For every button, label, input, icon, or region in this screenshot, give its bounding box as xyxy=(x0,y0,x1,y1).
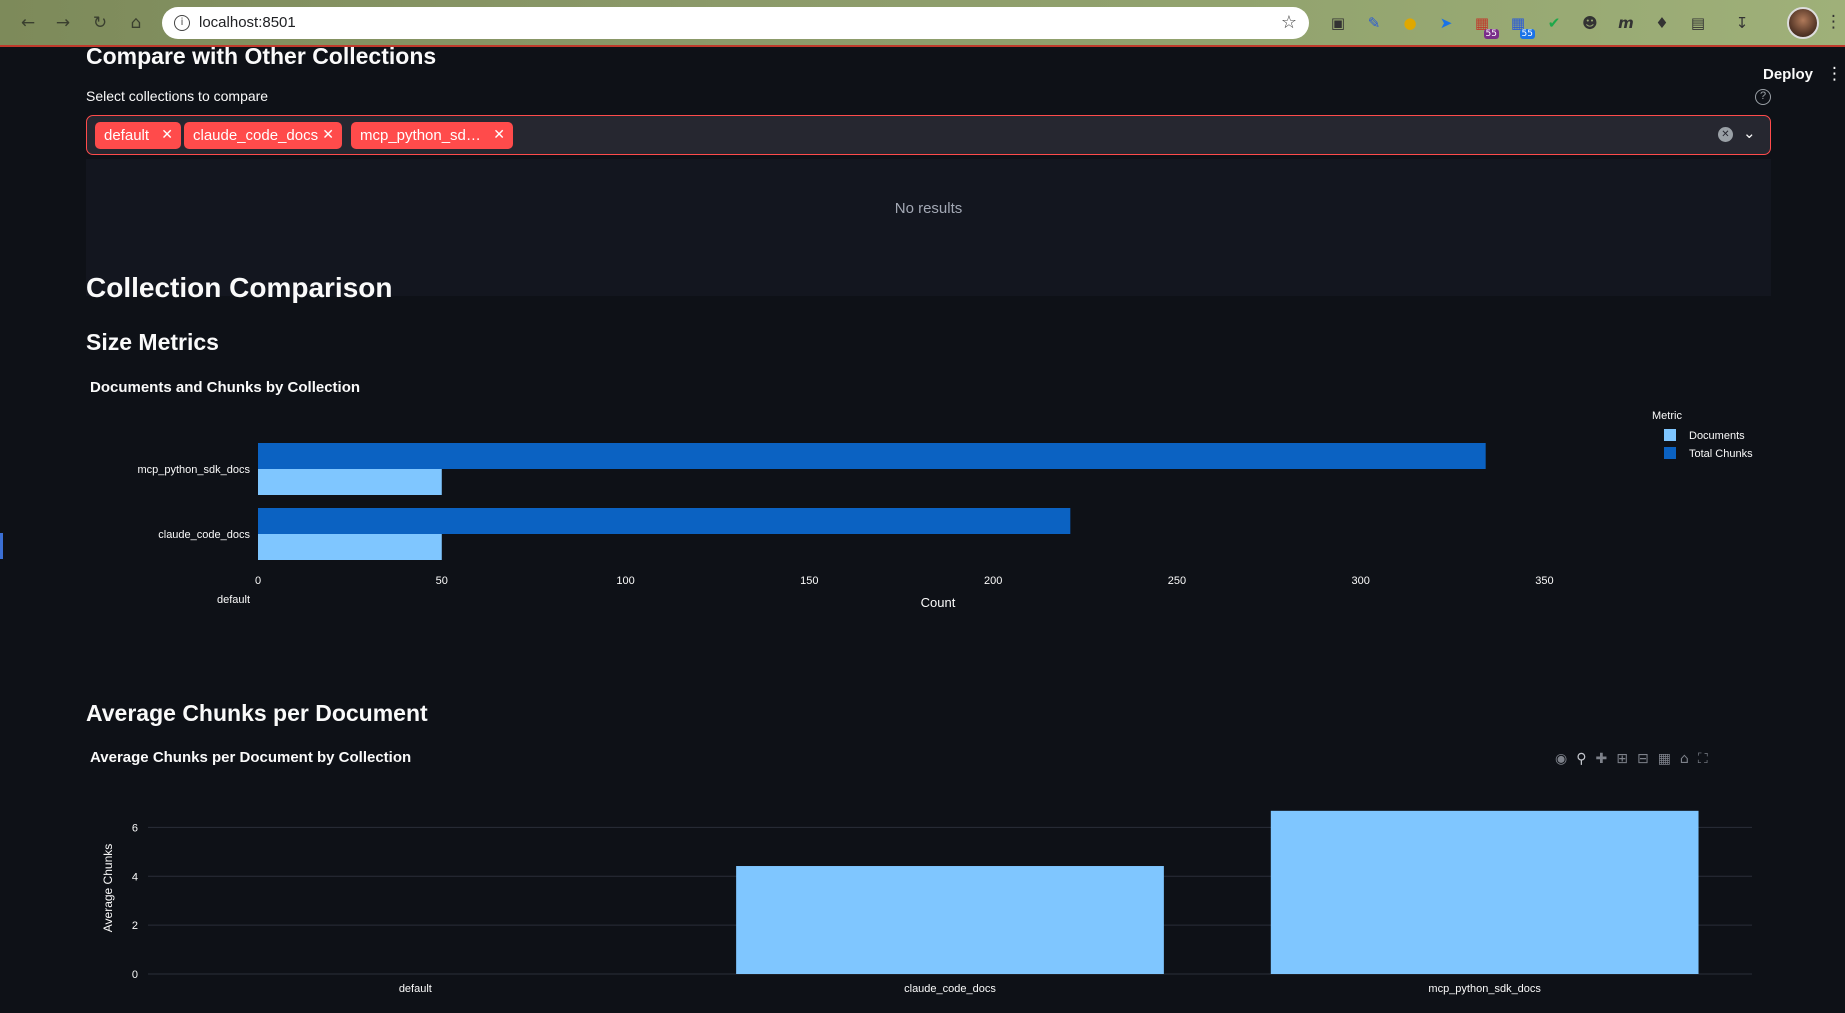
browser-toolbar: ← → ↻ ⌂ i localhost:8501 ☆ ▣ ✎ ● ➤ ▦ 55 ▦… xyxy=(0,0,1845,47)
avg-chunks-chart: 0 2 4 6 default claude_code_docs mcp_python_sd… xyxy=(101,810,1752,995)
extension-badge: 55 xyxy=(1519,29,1535,39)
extension-icon[interactable]: ➤ xyxy=(1433,10,1459,36)
chip-remove-icon[interactable]: ✕ xyxy=(322,122,334,149)
x-axis-title: Count xyxy=(921,595,956,610)
reset-axes-icon[interactable]: ⌂ xyxy=(1680,751,1689,767)
chip-mcp-python-sdk-docs[interactable]: mcp_python_sd… ✕ xyxy=(351,122,513,149)
bar-documents xyxy=(258,469,442,495)
compare-heading: Compare with Other Collections xyxy=(86,43,437,69)
x-tick-label: 350 xyxy=(1535,575,1553,587)
extension-icon[interactable]: ▣ xyxy=(1325,10,1351,36)
x-tick-label: 50 xyxy=(436,575,448,587)
select-label: Select collections to compare xyxy=(86,88,269,104)
size-metrics-chart: mcp_python_sdk_docs claude_code_docsdefau… xyxy=(137,410,1753,610)
x-tick-label: 300 xyxy=(1352,575,1370,587)
y-tick-label: 0 xyxy=(132,969,138,981)
address-bar[interactable]: i localhost:8501 ☆ xyxy=(162,7,1309,39)
extension-icon[interactable]: m xyxy=(1613,10,1639,36)
browser-menu-icon[interactable]: ⋮ xyxy=(1825,12,1842,32)
legend-label: Documents xyxy=(1689,430,1745,442)
y-tick-label: default xyxy=(217,594,250,606)
y-tick-label: 6 xyxy=(132,822,138,834)
collections-multiselect[interactable]: default ✕ claude_code_docs ✕ mcp_python_… xyxy=(86,115,1771,155)
x-tick-label: 250 xyxy=(1168,575,1186,587)
legend-label: Total Chunks xyxy=(1689,448,1753,460)
bar-avg-chunks xyxy=(736,866,1164,974)
app-menu-icon[interactable]: ⋮ xyxy=(1826,64,1843,84)
comparison-heading: Collection Comparison xyxy=(86,272,393,303)
help-icon[interactable]: ? xyxy=(1755,89,1771,105)
chip-claude-code-docs[interactable]: claude_code_docs ✕ xyxy=(184,122,342,149)
pan-icon[interactable]: ✚ xyxy=(1595,751,1607,767)
x-tick-label: 0 xyxy=(255,575,261,587)
autoscale-icon[interactable]: ▦ xyxy=(1658,751,1671,767)
y-tick-label: 2 xyxy=(132,920,138,932)
chip-default[interactable]: default ✕ xyxy=(95,122,181,149)
home-icon[interactable]: ⌂ xyxy=(125,12,147,34)
profile-avatar[interactable] xyxy=(1787,7,1819,39)
bookmark-star-icon[interactable]: ☆ xyxy=(1281,12,1297,33)
extension-badge: 55 xyxy=(1483,29,1499,39)
legend-swatch-documents xyxy=(1664,429,1676,441)
bar-total-chunks xyxy=(258,443,1486,469)
chart-title: Average Chunks per Document by Collectio… xyxy=(90,749,412,766)
extension-icon[interactable]: ✔ xyxy=(1541,10,1567,36)
extension-icon[interactable]: ☻ xyxy=(1577,10,1603,36)
x-tick-label: mcp_python_sdk_docs xyxy=(1428,983,1541,995)
extension-icon[interactable]: ● xyxy=(1397,10,1423,36)
x-tick-label: 100 xyxy=(616,575,634,587)
extension-icon[interactable]: ▦ 55 xyxy=(1469,10,1499,39)
chart-modebar: ◉ ⚲ ✚ ⊞ ⊟ ▦ ⌂ ⛶ xyxy=(1555,751,1708,767)
y-axis-title: Average Chunks xyxy=(101,844,115,933)
x-tick-label: 200 xyxy=(984,575,1002,587)
reload-icon[interactable]: ↻ xyxy=(89,12,111,34)
chip-label: default xyxy=(104,127,150,144)
y-tick-label: mcp_python_sdk_docs xyxy=(137,464,250,476)
extensions-bar: ▣ ✎ ● ➤ ▦ 55 ▦ 55 ✔ ☻ m ♦ ▤ ↧ xyxy=(1325,10,1755,39)
bar-documents xyxy=(258,534,442,560)
chip-label: claude_code_docs xyxy=(193,127,319,144)
no-results-text: No results xyxy=(894,200,963,217)
chevron-down-icon[interactable]: ⌄ xyxy=(1743,124,1756,142)
tab-search-icon[interactable]: ▤ xyxy=(1685,10,1711,36)
back-icon[interactable]: ← xyxy=(17,12,39,34)
zoom-in-icon[interactable]: ⊞ xyxy=(1616,751,1628,767)
chip-remove-icon[interactable]: ✕ xyxy=(161,122,173,149)
fullscreen-icon[interactable]: ⛶ xyxy=(1698,751,1708,767)
size-metrics-heading: Size Metrics xyxy=(86,329,219,355)
bar-avg-chunks xyxy=(1270,810,1699,974)
site-info-icon[interactable]: i xyxy=(174,15,190,31)
x-tick-label: 150 xyxy=(800,575,818,587)
puzzle-icon[interactable]: ♦ xyxy=(1649,10,1675,36)
zoom-out-icon[interactable]: ⊟ xyxy=(1637,751,1649,767)
forward-icon[interactable]: → xyxy=(52,12,74,34)
download-icon[interactable]: ↧ xyxy=(1729,10,1755,36)
app-main: Deploy ⋮ Compare with Other Collections … xyxy=(0,43,1845,1013)
camera-icon[interactable]: ◉ xyxy=(1555,751,1567,767)
extension-icon[interactable]: ▦ 55 xyxy=(1505,10,1535,39)
deploy-button[interactable]: Deploy xyxy=(1763,66,1813,83)
x-tick-label: default xyxy=(399,983,432,995)
legend-swatch-total-chunks xyxy=(1664,447,1676,459)
chip-remove-icon[interactable]: ✕ xyxy=(493,122,505,149)
bar-total-chunks xyxy=(258,508,1071,534)
legend-title: Metric xyxy=(1652,410,1682,422)
chip-label: mcp_python_sd… xyxy=(360,127,481,144)
y-tick-label: 4 xyxy=(132,871,138,883)
chart-title: Documents and Chunks by Collection xyxy=(90,379,361,396)
zoom-icon[interactable]: ⚲ xyxy=(1576,751,1586,767)
avg-chunks-heading: Average Chunks per Document xyxy=(86,700,428,726)
x-tick-label: claude_code_docs xyxy=(904,983,996,995)
y-tick-label: claude_code_docs xyxy=(158,529,250,541)
clear-all-icon[interactable]: ✕ xyxy=(1718,127,1733,142)
extension-icon[interactable]: ✎ xyxy=(1361,10,1387,36)
url-text[interactable]: localhost:8501 xyxy=(199,14,296,31)
